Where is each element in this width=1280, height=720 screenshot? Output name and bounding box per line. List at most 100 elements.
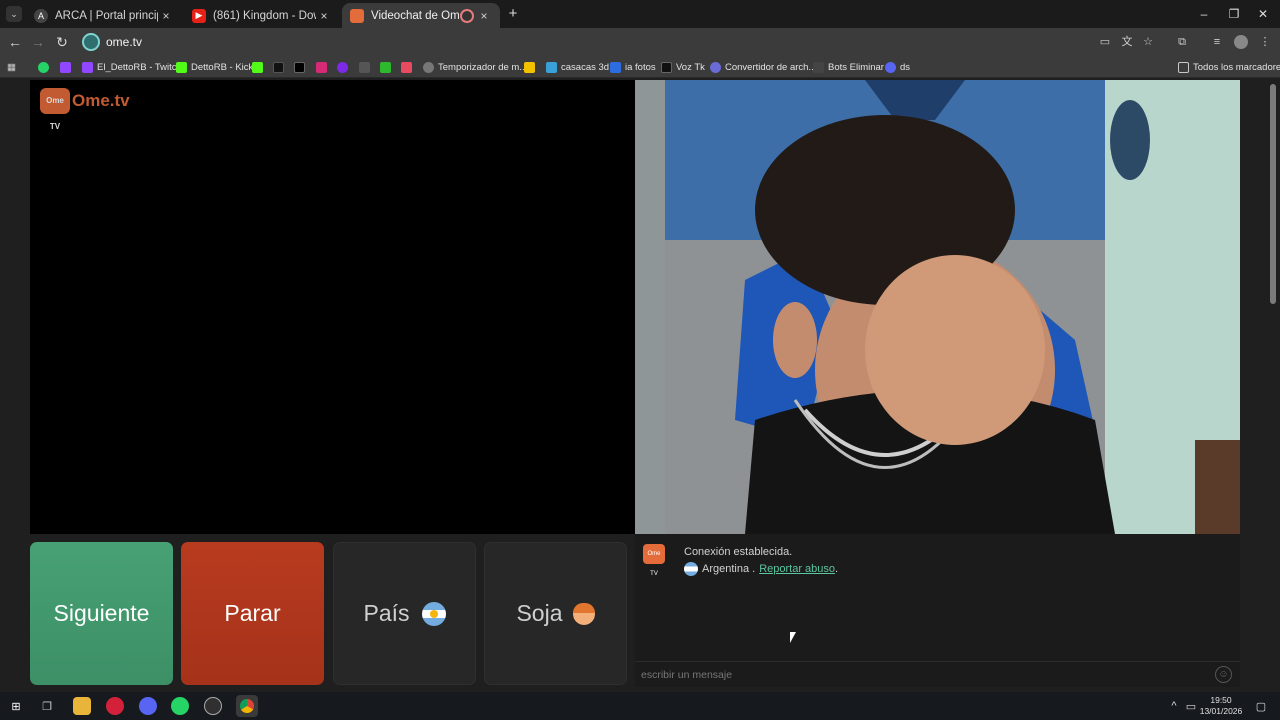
system-clock[interactable]: 19:50 13/01/2026 xyxy=(1198,695,1244,717)
close-window-button[interactable]: ✕ xyxy=(1248,4,1278,24)
file-explorer-icon[interactable] xyxy=(73,697,91,715)
bookmark-ds[interactable]: ds xyxy=(885,60,910,74)
task-view-icon[interactable]: ❐ xyxy=(38,697,56,715)
message-input[interactable] xyxy=(641,666,1201,684)
tab-title: (861) Kingdom - Downstait || C xyxy=(213,9,316,22)
tray-chevron-icon[interactable]: ^ xyxy=(1165,697,1183,715)
taskbar: ⊞ ❐ ^ ▭ 19:50 13/01/2026 ▢ xyxy=(0,692,1280,720)
minimize-button[interactable]: – xyxy=(1189,4,1219,24)
tab-close-icon[interactable]: × xyxy=(316,9,332,23)
report-abuse-link[interactable]: Reportar abuso xyxy=(759,563,835,575)
local-video: Ome TV Ome.tv xyxy=(30,80,635,534)
tab-ometv[interactable]: Videochat de OmeTV: una a × xyxy=(342,3,500,28)
opera-icon[interactable] xyxy=(106,697,124,715)
forward-button[interactable]: → xyxy=(28,32,48,52)
tab-close-icon[interactable]: × xyxy=(158,9,174,23)
notifications-icon[interactable]: ▢ xyxy=(1252,697,1270,715)
youtube-icon: ▶ xyxy=(192,8,206,23)
bookmark-star-icon[interactable]: ☆ xyxy=(1141,35,1155,49)
reload-button[interactable]: ↻ xyxy=(52,32,72,52)
emoji-icon[interactable]: ☺ xyxy=(1215,666,1232,683)
timer-icon xyxy=(423,61,434,73)
chat-input-bar: ☺ xyxy=(635,661,1240,687)
arca-icon: A xyxy=(34,8,48,23)
ometv-logo: Ome TV Ome.tv xyxy=(40,88,130,131)
bookmark-converter[interactable]: Convertidor de arch... xyxy=(710,60,816,74)
tab-strip: ⌄ A ARCA | Portal principal × ▶ (861) Ki… xyxy=(0,0,1280,28)
menu-icon[interactable]: ⋮ xyxy=(1258,35,1272,49)
whatsapp-bookmark-icon[interactable] xyxy=(38,60,53,74)
remote-video xyxy=(635,80,1240,534)
tab-arca[interactable]: A ARCA | Portal principal × xyxy=(26,3,182,28)
bookmark-icon[interactable] xyxy=(359,60,374,74)
all-bookmarks[interactable]: Todos los marcadores xyxy=(1178,60,1280,74)
next-button[interactable]: Siguiente xyxy=(30,542,173,685)
instagram-bookmark-icon[interactable] xyxy=(316,60,331,74)
stop-button[interactable]: Parar xyxy=(181,542,324,685)
twitch-bookmark-icon[interactable] xyxy=(60,60,75,74)
next-label: Siguiente xyxy=(53,600,150,626)
tab-close-icon[interactable]: × xyxy=(476,9,492,23)
ometv-icon xyxy=(350,8,364,23)
remote-video-frame xyxy=(635,80,1240,534)
new-tab-button[interactable]: + xyxy=(505,5,521,22)
ia-fotos-icon xyxy=(610,61,621,73)
boy-emoji-icon xyxy=(572,602,595,625)
clock-time: 19:50 xyxy=(1210,695,1232,705)
bookmark-icon[interactable] xyxy=(401,60,416,74)
tab-search-button[interactable]: ⌄ xyxy=(6,6,22,22)
windows-start-icon[interactable]: ⊞ xyxy=(7,697,25,715)
tab-youtube[interactable]: ▶ (861) Kingdom - Downstait || C × xyxy=(184,3,340,28)
bookmark-casacas[interactable]: casacas 3d xyxy=(546,60,609,74)
mouse-cursor-icon xyxy=(790,632,796,643)
translate-icon[interactable]: 文 xyxy=(1120,35,1134,49)
kick-icon xyxy=(176,61,187,73)
bookmark-twitch[interactable]: El_DettoRB - Twitch xyxy=(82,60,182,74)
partner-info: Argentina . Reportar abuso . xyxy=(684,562,838,576)
canva-bookmark-icon[interactable] xyxy=(337,60,352,74)
bots-icon xyxy=(813,61,824,73)
x-bookmark-icon[interactable] xyxy=(294,60,309,74)
bookmark-bots[interactable]: Bots Eliminar xyxy=(813,60,884,74)
ometv-page: Ome TV Ome.tv Siguiente Parar País Soja … xyxy=(0,78,1280,690)
bookmark-timer[interactable]: Temporizador de m... xyxy=(423,60,527,74)
bookmark-ia-fotos[interactable]: ia fotos xyxy=(610,60,656,74)
bookmark-icon[interactable] xyxy=(380,60,395,74)
chat-messages: Ome TV Conexión establecida. Argentina .… xyxy=(635,534,1240,661)
chat-panel: Ome TV Conexión establecida. Argentina .… xyxy=(635,534,1240,687)
site-info-icon[interactable] xyxy=(82,33,100,51)
chrome-icon[interactable] xyxy=(236,695,258,717)
bookmark-kick[interactable]: DettoRB - Kick xyxy=(176,60,253,74)
recording-icon xyxy=(460,8,474,23)
bookmarks-bar: ▦ El_DettoRB - Twitch DettoRB - Kick Tem… xyxy=(0,56,1280,78)
casacas-icon xyxy=(546,61,557,73)
profile-avatar[interactable] xyxy=(1234,35,1248,49)
extensions-icon[interactable]: ⧉ xyxy=(1175,35,1189,49)
twitch-icon xyxy=(82,61,93,73)
ometv-chat-icon: Ome TV xyxy=(643,544,665,577)
logo-box: Ome TV xyxy=(40,88,70,131)
address-bar[interactable]: ome.tv xyxy=(80,31,1090,53)
apps-icon[interactable]: ▦ xyxy=(7,60,16,74)
stop-label: Parar xyxy=(224,600,281,626)
tab-title: Videochat de OmeTV: una a xyxy=(371,9,460,22)
bookmark-voz-tk[interactable]: Voz Tk xyxy=(661,60,705,74)
page-scrollbar[interactable] xyxy=(1270,84,1276,304)
whatsapp-icon[interactable] xyxy=(171,697,189,715)
discord-icon[interactable] xyxy=(139,697,157,715)
argentina-flag-icon xyxy=(421,601,446,626)
media-controls-icon[interactable]: ≡ xyxy=(1210,35,1224,49)
gender-button[interactable]: Soja xyxy=(484,542,627,685)
install-app-icon[interactable]: ▭ xyxy=(1098,35,1112,49)
connection-status: Conexión establecida. xyxy=(684,546,793,558)
back-button[interactable]: ← xyxy=(5,32,25,52)
country-button[interactable]: País xyxy=(333,542,476,685)
restore-button[interactable]: ❐ xyxy=(1219,4,1249,24)
tiktok-bookmark-icon[interactable] xyxy=(273,60,288,74)
country-label: País xyxy=(363,600,410,626)
tab-title: ARCA | Portal principal xyxy=(55,9,158,22)
obs-icon[interactable] xyxy=(204,697,222,715)
report-suffix: . xyxy=(835,563,839,575)
kick-bookmark-icon[interactable] xyxy=(252,60,267,74)
bookmark-icon[interactable] xyxy=(524,60,539,74)
